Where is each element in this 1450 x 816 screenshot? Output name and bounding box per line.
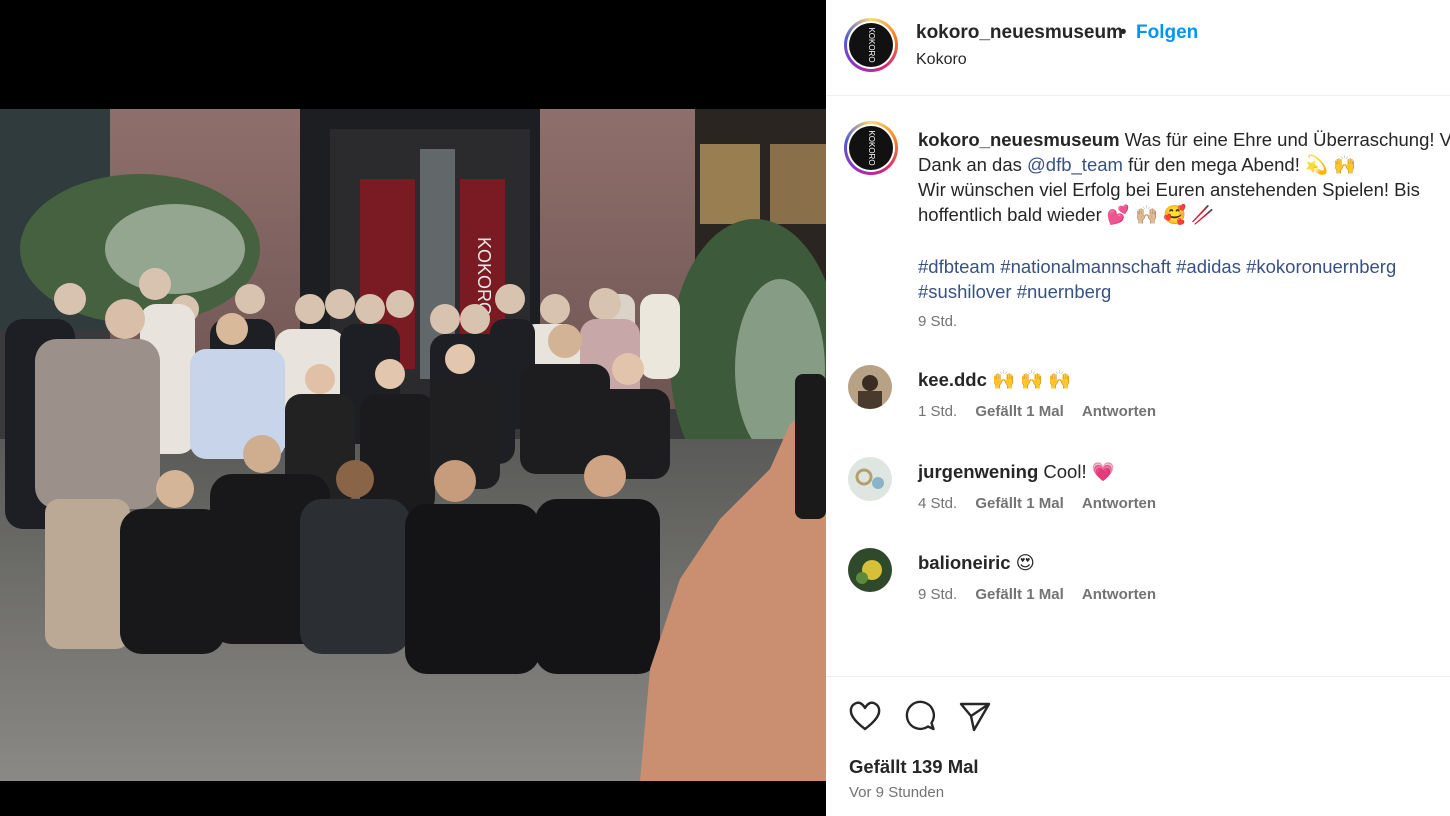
comment-reply-button[interactable]: Antworten (1082, 586, 1156, 603)
comment-time: 1 Std. (918, 403, 958, 420)
comment-username[interactable]: balioneiric (918, 552, 1011, 573)
heart-icon[interactable] (847, 698, 883, 734)
comment-meta: 4 Std. Gefällt 1 Mal Antworten (918, 495, 1170, 512)
caption-hashtags[interactable]: #dfbteam #nationalmannschaft #adidas #ko… (918, 254, 1448, 304)
comment-meta: 9 Std. Gefällt 1 Mal Antworten (918, 586, 1170, 603)
avatar-image-icon (848, 548, 892, 592)
caption-line-1: Was für eine Ehre und Überraschung! V (1124, 129, 1450, 150)
comment-icon[interactable] (902, 698, 938, 734)
post-media: KOKORO (0, 0, 826, 816)
comment-text: 😍 (1015, 552, 1035, 573)
hashtags-line-2[interactable]: #sushilover #nuernberg (918, 279, 1448, 304)
comment-likes[interactable]: Gefällt 1 Mal (975, 403, 1063, 420)
comment-username[interactable]: kee.ddc (918, 369, 987, 390)
caption-text: kokoro_neuesmuseum Was für eine Ehre und… (918, 127, 1450, 227)
comment-text: Cool! 💗 (1043, 461, 1115, 482)
comment-body: kee.ddc 🙌 🙌 🙌 (918, 369, 1071, 391)
avatar-image-icon (848, 365, 892, 409)
commenter-avatar[interactable] (848, 548, 892, 592)
caption-line-2b: für den mega Abend! 💫 🙌 (1122, 154, 1357, 175)
comment-username[interactable]: jurgenwening (918, 461, 1038, 482)
comment-item: jurgenwening Cool! 💗 4 Std. Gefällt 1 Ma… (826, 457, 1450, 527)
share-icon[interactable] (957, 698, 993, 734)
group-photo-image: KOKORO (0, 109, 826, 781)
commenter-avatar[interactable] (848, 365, 892, 409)
comment-likes[interactable]: Gefällt 1 Mal (975, 495, 1063, 512)
kokoro-logo-icon: KOKORO (867, 27, 876, 62)
comment-likes[interactable]: Gefällt 1 Mal (975, 586, 1063, 603)
caption-line-4: hoffentlich bald wieder 💕 🙌🏼 🥰 🥢 (918, 204, 1215, 225)
caption-timestamp: 9 Std. (918, 313, 958, 330)
caption-username[interactable]: kokoro_neuesmuseum (918, 129, 1120, 150)
avatar-image-icon (848, 457, 892, 501)
post-photo[interactable]: KOKORO (0, 109, 826, 781)
post-location[interactable]: Kokoro (916, 51, 967, 69)
account-avatar[interactable]: KOKORO (844, 18, 898, 72)
svg-text:KOKORO: KOKORO (867, 130, 876, 165)
caption-line-3: Wir wünschen viel Erfolg bei Euren anste… (918, 179, 1420, 200)
post-header: KOKORO kokoro_neuesmuseum • Folgen Kokor… (826, 0, 1450, 96)
comment-body: jurgenwening Cool! 💗 (918, 461, 1115, 483)
comment-reply-button[interactable]: Antworten (1082, 403, 1156, 420)
kokoro-logo-icon: KOKORO (867, 130, 876, 165)
hashtags-line-1[interactable]: #dfbteam #nationalmannschaft #adidas #ko… (918, 254, 1448, 279)
post-age: Vor 9 Stunden (849, 784, 945, 801)
commenter-avatar[interactable] (848, 457, 892, 501)
post-actions: Gefällt 139 Mal Vor 9 Stunden (826, 676, 1450, 816)
caption-avatar[interactable]: KOKORO (844, 121, 898, 175)
comment-reply-button[interactable]: Antworten (1082, 495, 1156, 512)
comment-time: 9 Std. (918, 586, 958, 603)
comment-item: balioneiric 😍 9 Std. Gefällt 1 Mal Antwo… (826, 548, 1450, 618)
comment-meta: 1 Std. Gefällt 1 Mal Antworten (918, 403, 1170, 420)
follow-button[interactable]: Folgen (1136, 22, 1198, 44)
comment-item: kee.ddc 🙌 🙌 🙌 1 Std. Gefällt 1 Mal Antwo… (826, 365, 1450, 435)
svg-text:KOKORO: KOKORO (867, 27, 876, 62)
caption-line-2a: Dank an das (918, 154, 1028, 175)
account-username[interactable]: kokoro_neuesmuseum (916, 22, 1123, 44)
post-side-panel: KOKORO kokoro_neuesmuseum • Folgen Kokor… (826, 0, 1450, 816)
comment-body: balioneiric 😍 (918, 552, 1035, 574)
header-separator: • (1120, 22, 1127, 43)
comment-text: 🙌 🙌 🙌 (992, 369, 1072, 390)
caption-mention-link[interactable]: @dfb_team (1027, 154, 1123, 175)
comment-time: 4 Std. (918, 495, 958, 512)
like-count[interactable]: Gefällt 139 Mal (849, 756, 979, 778)
